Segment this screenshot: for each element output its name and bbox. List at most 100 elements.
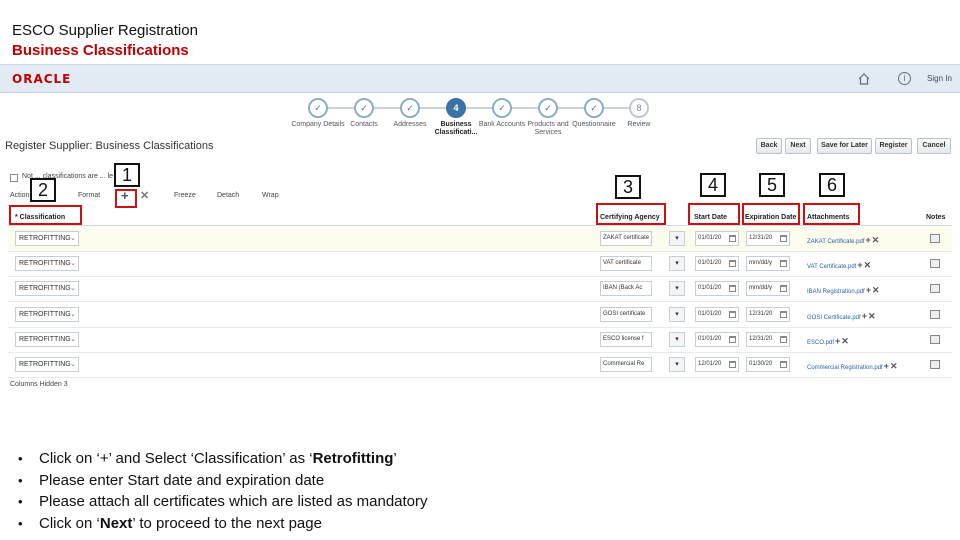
certifying-agency-field[interactable]: Commercial Re (600, 357, 652, 372)
add-attachment-icon[interactable]: + (862, 311, 867, 321)
attachment-file-name[interactable]: GOSI Certificate.pdf (807, 315, 861, 321)
add-attachment-icon[interactable]: + (865, 235, 870, 245)
certifying-agency-field[interactable]: GOSI certificate (600, 306, 652, 322)
train-stop-6[interactable]: ✓ (538, 98, 558, 118)
cancel-button[interactable]: Cancel (917, 138, 951, 154)
train-stop-7[interactable]: ✓ (584, 98, 604, 118)
calendar-icon[interactable] (780, 285, 787, 293)
format-menu[interactable]: Format (78, 192, 100, 199)
remove-attachment-icon[interactable]: ✕ (864, 260, 872, 270)
expiration-date-field[interactable]: 12/31/20 (746, 331, 790, 347)
back-button[interactable]: Back (756, 138, 782, 154)
classification-select[interactable]: RETROFITTING ⌄ (15, 357, 79, 372)
notes-icon[interactable] (930, 360, 940, 369)
attachment-file-name[interactable]: Commercial Registration.pdf (807, 365, 883, 371)
start-date-field[interactable]: 01/01/20 (695, 281, 739, 297)
agency-dropdown-button[interactable]: ▾ (669, 281, 685, 297)
attachment-link[interactable]: ZAKAT Certificate.pdf+✕ (807, 235, 879, 246)
start-date-field[interactable]: 01/01/20 (695, 331, 739, 347)
calendar-icon[interactable] (729, 310, 736, 318)
table-row[interactable]: RETROFITTING ⌄ IBAN (Back Ac ▾ 01/01/20 mm/dd… (8, 277, 952, 303)
info-icon[interactable]: i (898, 72, 911, 85)
agency-dropdown-button[interactable]: ▾ (669, 231, 685, 246)
remove-attachment-icon[interactable]: ✕ (872, 235, 880, 245)
attachment-link[interactable]: GOSI Certificate.pdf+✕ (807, 311, 876, 322)
calendar-icon[interactable] (729, 285, 736, 293)
classification-select[interactable]: RETROFITTING ⌄ (15, 256, 79, 272)
agency-dropdown-button[interactable]: ▾ (669, 331, 685, 347)
column-header-notes[interactable]: Notes (926, 214, 945, 221)
start-date-field[interactable]: 01/01/20 (695, 306, 739, 322)
train-stop-3[interactable]: ✓ (400, 98, 420, 118)
expiration-date-field[interactable]: mm/dd/y (746, 256, 790, 272)
checkbox[interactable] (10, 174, 18, 182)
add-attachment-icon[interactable]: + (857, 260, 862, 270)
remove-attachment-icon[interactable]: ✕ (890, 361, 898, 371)
train-stop-4[interactable]: 4 (446, 98, 466, 118)
classification-select[interactable]: RETROFITTING ⌄ (15, 281, 79, 297)
attachment-link[interactable]: ESCO.pdf+✕ (807, 336, 849, 347)
notes-icon[interactable] (930, 234, 940, 243)
train-stop-8[interactable]: 8 (629, 98, 649, 118)
agency-dropdown-button[interactable]: ▾ (669, 357, 685, 372)
attachment-link[interactable]: Commercial Registration.pdf+✕ (807, 361, 898, 372)
calendar-icon[interactable] (729, 235, 736, 242)
table-row[interactable]: RETROFITTING ⌄ GOSI certificate ▾ 01/01/20 12… (8, 303, 952, 328)
attachment-file-name[interactable]: ESCO.pdf (807, 340, 834, 346)
notes-icon[interactable] (930, 284, 940, 294)
classification-select[interactable]: RETROFITTING ⌄ (15, 306, 79, 322)
add-attachment-icon[interactable]: + (835, 336, 840, 346)
save-for-later-button[interactable]: Save for Later (817, 138, 872, 154)
certifying-agency-field[interactable]: VAT certificate (600, 256, 652, 272)
calendar-icon[interactable] (729, 260, 736, 268)
freeze-button[interactable]: Freeze (174, 192, 196, 199)
classification-select[interactable]: RETROFITTING ⌄ (15, 331, 79, 347)
agency-dropdown-button[interactable]: ▾ (669, 306, 685, 322)
sign-in-link[interactable]: Sign In (927, 74, 952, 83)
table-row[interactable]: RETROFITTING ⌄ Commercial Re ▾ 12/01/20 01/30… (8, 353, 952, 378)
calendar-icon[interactable] (780, 310, 787, 318)
calendar-icon[interactable] (729, 335, 736, 343)
add-attachment-icon[interactable]: + (884, 361, 889, 371)
classification-select[interactable]: RETROFITTING ⌄ (15, 231, 79, 246)
remove-attachment-icon[interactable]: ✕ (872, 285, 880, 295)
start-date-field[interactable]: 01/01/20 (695, 256, 739, 272)
next-button[interactable]: Next (785, 138, 811, 154)
detach-button[interactable]: Detach (217, 192, 239, 199)
delete-row-icon[interactable]: ✕ (140, 190, 149, 202)
train-stop-2[interactable]: ✓ (354, 98, 374, 118)
attachment-file-name[interactable]: ZAKAT Certificate.pdf (807, 239, 864, 245)
start-date-field[interactable]: 12/01/20 (695, 357, 739, 372)
notes-icon[interactable] (930, 309, 940, 319)
attachment-link[interactable]: IBAN Registration.pdf+✕ (807, 285, 880, 296)
expiration-date-field[interactable]: 12/31/20 (746, 231, 790, 246)
table-row[interactable]: RETROFITTING ⌄ ESCO license f ▾ 01/01/20 12/3… (8, 328, 952, 353)
calendar-icon[interactable] (780, 361, 787, 368)
calendar-icon[interactable] (780, 335, 787, 343)
expiration-date-field[interactable]: 01/30/20 (746, 357, 790, 372)
train-stop-1[interactable]: ✓ (308, 98, 328, 118)
certifying-agency-field[interactable]: ESCO license f (600, 331, 652, 347)
start-date-field[interactable]: 01/01/20 (695, 231, 739, 246)
expiration-date-field[interactable]: 12/31/20 (746, 306, 790, 322)
home-icon[interactable] (858, 73, 870, 85)
attachment-file-name[interactable]: IBAN Registration.pdf (807, 289, 865, 295)
certifying-agency-field[interactable]: ZAKAT certificate (600, 231, 652, 246)
train-stop-5[interactable]: ✓ (492, 98, 512, 118)
attachment-file-name[interactable]: VAT Certificate.pdf (807, 264, 856, 270)
agency-dropdown-button[interactable]: ▾ (669, 256, 685, 272)
calendar-icon[interactable] (780, 235, 787, 242)
attachment-link[interactable]: VAT Certificate.pdf+✕ (807, 260, 871, 271)
notes-icon[interactable] (930, 334, 940, 344)
expiration-date-field[interactable]: mm/dd/y (746, 281, 790, 297)
register-button[interactable]: Register (875, 138, 912, 154)
remove-attachment-icon[interactable]: ✕ (868, 311, 876, 321)
table-row[interactable]: RETROFITTING ⌄ ZAKAT certificate ▾ 01/01/20 1… (8, 227, 952, 252)
wrap-button[interactable]: Wrap (262, 192, 279, 199)
calendar-icon[interactable] (729, 361, 736, 368)
table-row[interactable]: RETROFITTING ⌄ VAT certificate ▾ 01/01/20 mm/… (8, 252, 952, 278)
remove-attachment-icon[interactable]: ✕ (841, 336, 849, 346)
certifying-agency-field[interactable]: IBAN (Back Ac (600, 281, 652, 297)
notes-icon[interactable] (930, 259, 940, 269)
add-attachment-icon[interactable]: + (866, 285, 871, 295)
